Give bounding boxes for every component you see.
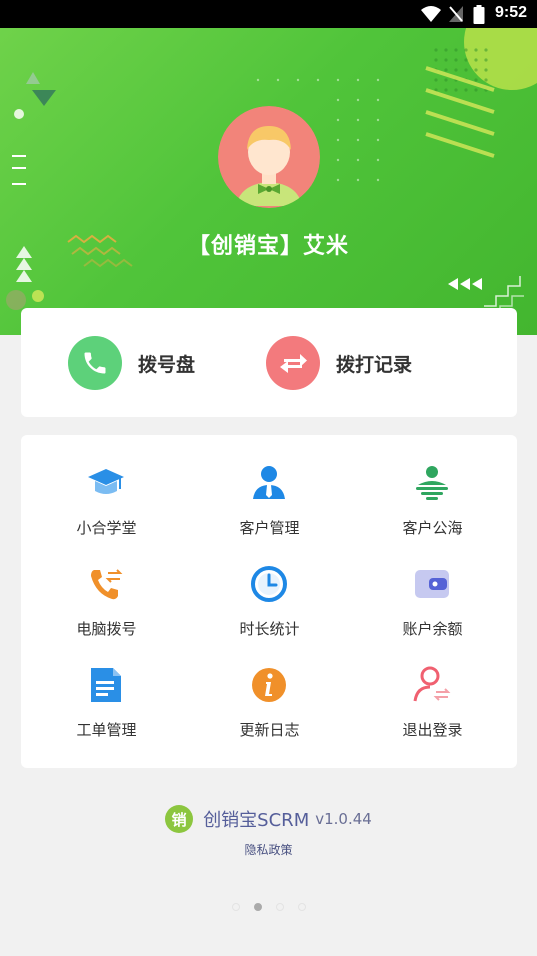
status-time: 9:52 [494, 4, 527, 21]
menu-label: 客户公海 [402, 519, 463, 537]
graduation-cap-icon [88, 469, 124, 494]
phone-icon [68, 336, 122, 390]
menu-label: 更新日志 [239, 721, 300, 739]
profile-header: 【创销宝】艾米 [0, 28, 537, 335]
logout-person-icon [413, 666, 451, 702]
menu-label: 工单管理 [76, 721, 137, 739]
phone-transfer-icon [91, 569, 123, 600]
document-icon [91, 668, 121, 702]
menu-label: 小合学堂 [76, 519, 137, 537]
menu-item-logout[interactable]: 退出登录 [350, 637, 515, 739]
menu-grid-card: 小合学堂 客户管理 客户公海 电脑拨号 时长统计 账户余额 工单管理 更新日志 … [21, 435, 517, 768]
dialpad-button[interactable]: 拨号盘 [68, 336, 195, 390]
menu-item-customer-management[interactable]: 客户管理 [187, 435, 352, 537]
wifi-icon [421, 6, 441, 22]
page-dot-active[interactable] [253, 903, 262, 911]
page-dot[interactable] [297, 903, 306, 911]
app-version: v1.0.44 [315, 810, 372, 828]
avatar[interactable] [218, 106, 320, 208]
menu-item-account-balance[interactable]: 账户余额 [350, 536, 515, 638]
person-tie-icon [253, 466, 285, 499]
menu-label: 退出登录 [402, 721, 463, 739]
status-bar: 9:52 [0, 0, 537, 28]
person-sea-icon [416, 466, 448, 500]
menu-item-school[interactable]: 小合学堂 [24, 435, 189, 537]
privacy-policy-link[interactable]: 隐私政策 [0, 841, 537, 858]
menu-item-customer-pool[interactable]: 客户公海 [350, 435, 515, 537]
swap-arrows-icon [266, 336, 320, 390]
menu-item-duration-stats[interactable]: 时长统计 [187, 536, 352, 638]
brand-name: 创销宝SCRM [203, 810, 310, 831]
quick-actions-card: 拨号盘 拨打记录 [21, 308, 517, 417]
menu-label: 电脑拨号 [76, 620, 137, 638]
user-name: 【创销宝】艾米 [187, 234, 349, 259]
page-dot[interactable] [275, 903, 284, 911]
avatar-portrait-icon [218, 106, 320, 208]
call-records-label: 拨打记录 [336, 353, 413, 376]
info-icon [252, 668, 286, 702]
brand-logo: 销 [165, 805, 194, 833]
menu-label: 客户管理 [239, 519, 300, 537]
battery-icon [473, 5, 485, 24]
menu-label: 时长统计 [239, 620, 300, 638]
menu-label: 账户余额 [402, 620, 463, 638]
page-dot[interactable] [231, 903, 240, 911]
no-signal-icon [449, 6, 463, 22]
wallet-icon [415, 570, 449, 598]
dialpad-label: 拨号盘 [138, 353, 196, 376]
app-brand: 销 创销宝SCRM v1.0.44 [0, 804, 537, 834]
menu-item-pc-dial[interactable]: 电脑拨号 [24, 536, 189, 638]
page-indicator [0, 903, 537, 911]
clock-icon [251, 566, 287, 602]
call-records-button[interactable]: 拨打记录 [266, 336, 412, 390]
menu-item-work-orders[interactable]: 工单管理 [24, 637, 189, 739]
menu-item-changelog[interactable]: 更新日志 [187, 637, 352, 739]
